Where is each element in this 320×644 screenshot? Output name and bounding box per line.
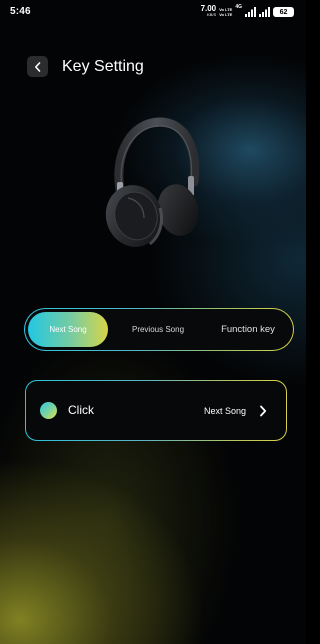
page-title: Key Setting [62, 58, 144, 75]
click-action-row[interactable]: Click Next Song [25, 380, 287, 441]
network-speed-unit: KB/S [207, 12, 217, 17]
status-time: 5:46 [10, 6, 31, 17]
volte-indicator: Vo LTE Vo LTE [219, 7, 232, 17]
key-tab-bar: Next Song Previous Song Function key [24, 308, 294, 351]
signal-icon-sim2 [259, 7, 270, 17]
battery-icon: 62 [273, 7, 294, 17]
tab-function-key[interactable]: Function key [207, 312, 289, 347]
screen: 5:46 7.00 KB/S Vo LTE Vo LTE 4G 62 Key S… [0, 0, 306, 644]
action-label: Click [68, 403, 94, 417]
signal-icon [245, 7, 256, 17]
network-type: 4G [235, 4, 242, 10]
battery-level: 62 [279, 8, 288, 16]
tab-next-song[interactable]: Next Song [28, 312, 108, 347]
status-indicators: 7.00 KB/S Vo LTE Vo LTE 4G 62 [201, 4, 294, 19]
chevron-left-icon [35, 61, 41, 72]
status-bar: 5:46 7.00 KB/S Vo LTE Vo LTE 4G 62 [0, 0, 306, 26]
volte-label-bottom: Vo LTE [219, 12, 233, 17]
tab-previous-song-label: Previous Song [131, 325, 185, 334]
click-dot-icon [40, 402, 57, 419]
tab-function-key-label: Function key [221, 324, 275, 335]
tab-previous-song[interactable]: Previous Song [118, 312, 198, 347]
action-value: Next Song [203, 406, 246, 416]
network-speed: 7.00 KB/S [201, 5, 217, 18]
tab-next-song-label: Next Song [49, 325, 87, 334]
headphones-image [105, 117, 200, 247]
chevron-right-icon [260, 405, 267, 417]
back-button[interactable] [27, 56, 48, 77]
